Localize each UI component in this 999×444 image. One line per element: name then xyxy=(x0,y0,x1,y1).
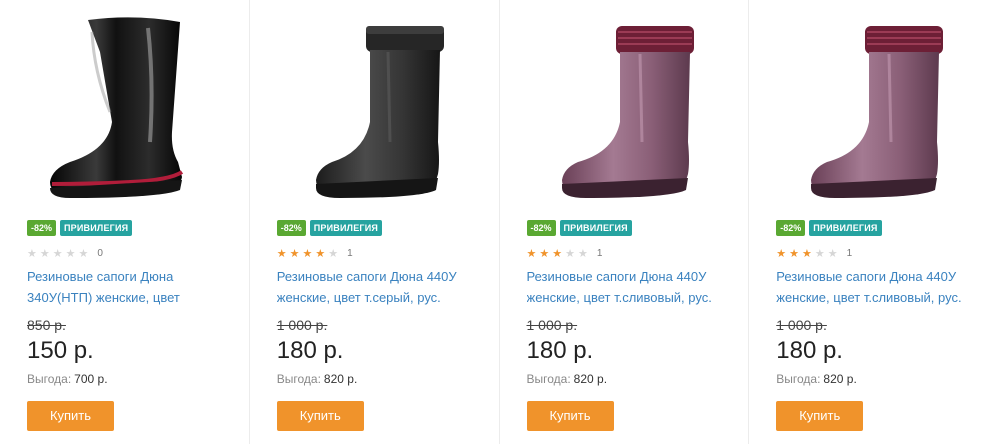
star-icon: ★ xyxy=(65,248,76,260)
old-price: 1 000 р. xyxy=(526,317,578,333)
review-count: 1 xyxy=(846,248,853,259)
savings-label: Выгода: xyxy=(776,372,821,386)
star-icon: ★ xyxy=(814,248,825,260)
buy-button[interactable]: Купить xyxy=(27,401,114,431)
savings-value: 700 р. xyxy=(74,372,108,386)
savings-value: 820 р. xyxy=(323,372,358,386)
product-card: -82% ПРИВИЛЕГИЯ ★ ★ ★ ★ ★ 1 Резиновые са… xyxy=(749,0,999,444)
buy-button[interactable]: Купить xyxy=(276,401,364,431)
star-icon: ★ xyxy=(578,248,588,260)
product-grid: -82% ПРИВИЛЕГИЯ ★ ★ ★ ★ ★ 0 Резиновые са… xyxy=(0,0,999,444)
current-price: 180 р. xyxy=(276,337,344,364)
star-rating: ★ ★ ★ ★ ★ 1 xyxy=(776,248,852,260)
privilege-badge: ПРИВИЛЕГИЯ xyxy=(309,220,383,236)
old-price: 1 000 р. xyxy=(776,317,827,333)
old-price: 1 000 р. xyxy=(276,317,328,333)
savings: Выгода: 700 р. xyxy=(27,372,108,386)
product-title-link[interactable]: Резиновые сапоги Дюна 440У женские, цвет… xyxy=(776,266,976,310)
star-icon: ★ xyxy=(789,248,799,260)
star-icon: ★ xyxy=(27,248,37,260)
current-price: 180 р. xyxy=(526,337,594,364)
star-icon: ★ xyxy=(802,248,812,260)
star-icon: ★ xyxy=(565,248,575,260)
review-count: 0 xyxy=(97,248,103,259)
buy-button[interactable]: Купить xyxy=(776,401,864,431)
star-icon: ★ xyxy=(276,248,287,260)
product-card: -82% ПРИВИЛЕГИЯ ★ ★ ★ ★ ★ 0 Резиновые са… xyxy=(0,0,250,444)
star-rating: ★ ★ ★ ★ ★ 0 xyxy=(27,248,103,260)
savings-value: 820 р. xyxy=(573,372,608,386)
product-card: -82% ПРИВИЛЕГИЯ ★ ★ ★ ★ ★ 1 Резиновые са… xyxy=(500,0,750,444)
privilege-badge: ПРИВИЛЕГИЯ xyxy=(559,220,632,236)
product-image[interactable] xyxy=(30,12,210,207)
star-rating: ★ ★ ★ ★ ★ 1 xyxy=(277,248,353,260)
star-icon: ★ xyxy=(39,248,50,260)
savings: Выгода: 820 р. xyxy=(527,372,608,386)
star-icon: ★ xyxy=(315,248,326,260)
buy-button[interactable]: Купить xyxy=(526,401,614,431)
product-title-link[interactable]: Резиновые сапоги Дюна 340У(НТП) женские,… xyxy=(27,266,227,310)
star-icon: ★ xyxy=(289,248,300,260)
product-title-link[interactable]: Резиновые сапоги Дюна 440У женские, цвет… xyxy=(527,266,727,310)
savings: Выгода: 820 р. xyxy=(277,372,358,386)
discount-badge: -82% xyxy=(276,220,306,236)
review-count: 1 xyxy=(596,248,603,259)
star-icon: ★ xyxy=(302,248,313,260)
product-card: -82% ПРИВИЛЕГИЯ ★ ★ ★ ★ ★ 1 Резиновые са… xyxy=(250,0,500,444)
discount-badge: -82% xyxy=(776,220,806,236)
privilege-badge: ПРИВИЛЕГИЯ xyxy=(60,220,133,236)
current-price: 180 р. xyxy=(776,337,843,364)
savings: Выгода: 820 р. xyxy=(776,372,857,386)
star-icon: ★ xyxy=(52,248,63,260)
star-icon: ★ xyxy=(539,248,550,260)
old-price: 850 р. xyxy=(27,317,66,333)
privilege-badge: ПРИВИЛЕГИЯ xyxy=(809,220,882,236)
savings-label: Выгода: xyxy=(276,372,321,386)
current-price: 150 р. xyxy=(27,337,94,364)
star-icon: ★ xyxy=(552,248,563,260)
product-image[interactable] xyxy=(779,12,959,207)
review-count: 1 xyxy=(347,248,353,259)
savings-label: Выгода: xyxy=(526,372,571,386)
savings-label: Выгода: xyxy=(27,372,72,386)
star-icon: ★ xyxy=(328,248,339,260)
savings-value: 820 р. xyxy=(823,372,857,386)
product-image[interactable] xyxy=(280,12,460,207)
star-icon: ★ xyxy=(776,248,787,260)
star-icon: ★ xyxy=(526,248,537,260)
product-title-link[interactable]: Резиновые сапоги Дюна 440У женские, цвет… xyxy=(277,266,477,310)
discount-badge: -82% xyxy=(27,220,57,236)
discount-badge: -82% xyxy=(526,220,556,236)
star-rating: ★ ★ ★ ★ ★ 1 xyxy=(527,248,603,260)
star-icon: ★ xyxy=(827,248,838,260)
star-icon: ★ xyxy=(78,248,89,260)
product-image[interactable] xyxy=(530,12,710,207)
